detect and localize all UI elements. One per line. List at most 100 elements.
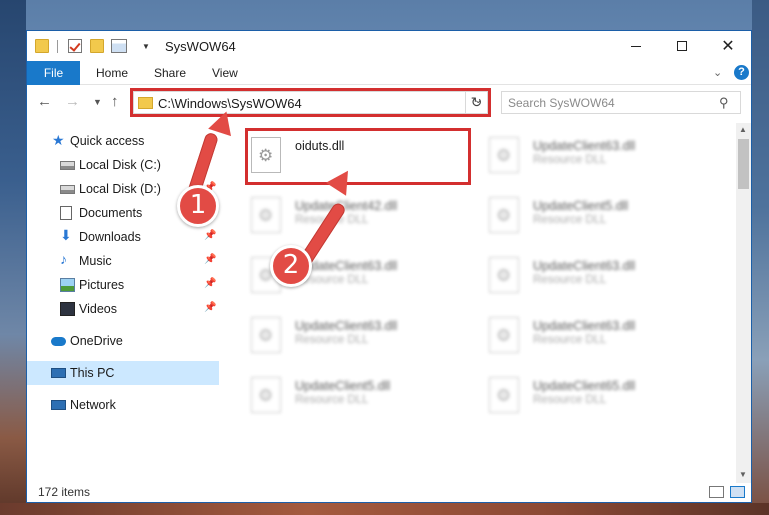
navigation-pane: ★ Quick access Local Disk (C:) Local Dis… [27, 123, 219, 483]
file-item[interactable]: UpdateClient63.dll Resource DLL [485, 309, 715, 361]
sidebar-item-videos[interactable]: Videos 📌 [27, 297, 219, 321]
dll-file-icon [251, 377, 281, 413]
desktop-background-right [752, 0, 769, 515]
file-item[interactable]: UpdateClient63.dll Resource DLL [485, 249, 715, 301]
help-icon[interactable]: ? [734, 65, 749, 80]
file-type: Resource DLL [295, 394, 369, 406]
item-count: 172 items [38, 485, 91, 499]
sidebar-item-network[interactable]: Network [27, 393, 219, 417]
pin-icon[interactable]: 📌 [204, 278, 216, 289]
documents-icon [60, 206, 72, 220]
music-icon: ♪ [60, 251, 67, 267]
chevron-down-icon[interactable]: ▼ [142, 42, 150, 51]
vertical-scrollbar[interactable]: ▲ ▼ [736, 123, 751, 483]
file-name: UpdateClient42.dll [295, 199, 398, 213]
computer-icon [51, 368, 66, 378]
tab-share[interactable]: Share [154, 61, 186, 85]
close-icon: ✕ [721, 38, 735, 55]
customize-toolbar-icon[interactable] [111, 39, 127, 53]
tab-file[interactable]: File [27, 61, 80, 85]
dll-file-icon [489, 137, 519, 173]
expand-ribbon-icon[interactable]: ⌄ [713, 66, 722, 79]
desktop-background-left [0, 0, 26, 515]
ribbon-tabs: File Home Share View ⌄ ? [27, 61, 751, 85]
file-name: UpdateClient5.dll [533, 199, 629, 213]
file-name: UpdateClient5.dll [295, 379, 391, 393]
tab-view[interactable]: View [212, 61, 238, 85]
file-name: UpdateClient65.dll [533, 379, 636, 393]
file-name: UpdateClient63.dll [533, 319, 636, 333]
close-button[interactable]: ✕ [705, 31, 751, 61]
file-type: Resource DLL [295, 334, 369, 346]
file-item[interactable]: UpdateClient63.dll Resource DLL [247, 309, 477, 361]
sidebar-item-label: Pictures [79, 278, 125, 292]
recent-locations-chevron-icon[interactable]: ▼ [93, 97, 102, 107]
sidebar-item-label: OneDrive [70, 334, 123, 348]
star-icon: ★ [52, 132, 65, 148]
dll-file-icon [489, 317, 519, 353]
sidebar-item-label: This PC [70, 366, 115, 380]
new-folder-icon[interactable] [90, 39, 104, 53]
file-name: UpdateClient63.dll [295, 319, 398, 333]
file-type: Resource DLL [533, 154, 607, 166]
maximize-icon [677, 41, 687, 51]
sidebar-item-label: Quick access [70, 134, 145, 148]
scroll-down-icon[interactable]: ▼ [739, 470, 747, 479]
sidebar-item-label: Documents [79, 206, 143, 220]
file-item[interactable]: UpdateClient5.dll Resource DLL [485, 189, 715, 241]
sidebar-item-onedrive[interactable]: OneDrive [27, 329, 219, 353]
search-input[interactable]: Search SysWOW64 ⚲ [501, 91, 741, 114]
tab-home[interactable]: Home [96, 61, 128, 85]
sidebar-item-label: Local Disk (C:) [79, 158, 161, 172]
back-arrow-icon[interactable]: ← [37, 93, 52, 110]
dll-file-icon [251, 197, 281, 233]
file-type: Resource DLL [533, 274, 607, 286]
file-type: Resource DLL [533, 334, 607, 346]
dll-file-icon [489, 197, 519, 233]
file-item[interactable]: UpdateClient42.dll Resource DLL [247, 189, 477, 241]
pin-icon[interactable]: 📌 [204, 254, 216, 265]
large-icons-view-icon[interactable] [730, 486, 745, 498]
sidebar-item-pictures[interactable]: Pictures 📌 [27, 273, 219, 297]
search-icon[interactable]: ⚲ [719, 95, 729, 111]
sidebar-item-this-pc[interactable]: This PC [27, 361, 219, 385]
address-bar-highlight [130, 88, 491, 117]
pin-icon[interactable]: 📌 [204, 302, 216, 313]
properties-check-icon[interactable] [68, 39, 82, 53]
pictures-icon [60, 278, 75, 292]
navigation-bar: ← → ▼ ↑ C:\Windows\SysWOW64 ⌄ ↻ Search S… [27, 85, 751, 121]
minimize-icon [631, 45, 641, 47]
pin-icon[interactable]: 📌 [204, 230, 216, 241]
scrollbar-thumb[interactable] [738, 139, 749, 189]
search-placeholder: Search SysWOW64 [508, 96, 615, 110]
forward-arrow-icon[interactable]: → [65, 93, 80, 110]
file-type: Resource DLL [533, 394, 607, 406]
status-bar: 172 items [27, 483, 751, 502]
sidebar-item-music[interactable]: ♪ Music 📌 [27, 249, 219, 273]
file-item[interactable]: UpdateClient5.dll Resource DLL [247, 369, 477, 421]
folder-icon [35, 39, 49, 53]
file-item[interactable]: UpdateClient65.dll Resource DLL [485, 369, 715, 421]
sidebar-item-label: Downloads [79, 230, 141, 244]
file-name: UpdateClient63.dll [533, 139, 636, 153]
scroll-up-icon[interactable]: ▲ [739, 125, 747, 134]
file-explorer-window: ▼ SysWOW64 ✕ File Home Share View ⌄ ? ← … [26, 30, 752, 503]
step-1-badge: 1 [177, 185, 219, 227]
sidebar-item-downloads[interactable]: ⬇ Downloads 📌 [27, 225, 219, 249]
sidebar-item-quick-access[interactable]: ★ Quick access [27, 129, 219, 153]
videos-icon [60, 302, 75, 316]
quick-access-separator [57, 40, 58, 53]
sidebar-item-local-disk-c[interactable]: Local Disk (C:) [27, 153, 219, 177]
sidebar-item-label: Network [70, 398, 116, 412]
details-view-icon[interactable] [709, 486, 724, 498]
file-name: UpdateClient63.dll [533, 259, 636, 273]
network-icon [51, 400, 66, 410]
dll-file-icon [489, 257, 519, 293]
minimize-button[interactable] [613, 31, 659, 61]
up-arrow-icon[interactable]: ↑ [111, 93, 119, 110]
file-item[interactable]: UpdateClient63.dll Resource DLL [485, 129, 715, 181]
maximize-button[interactable] [659, 31, 705, 61]
sidebar-item-label: Music [79, 254, 112, 268]
download-icon: ⬇ [60, 227, 72, 243]
dll-file-icon [251, 317, 281, 353]
